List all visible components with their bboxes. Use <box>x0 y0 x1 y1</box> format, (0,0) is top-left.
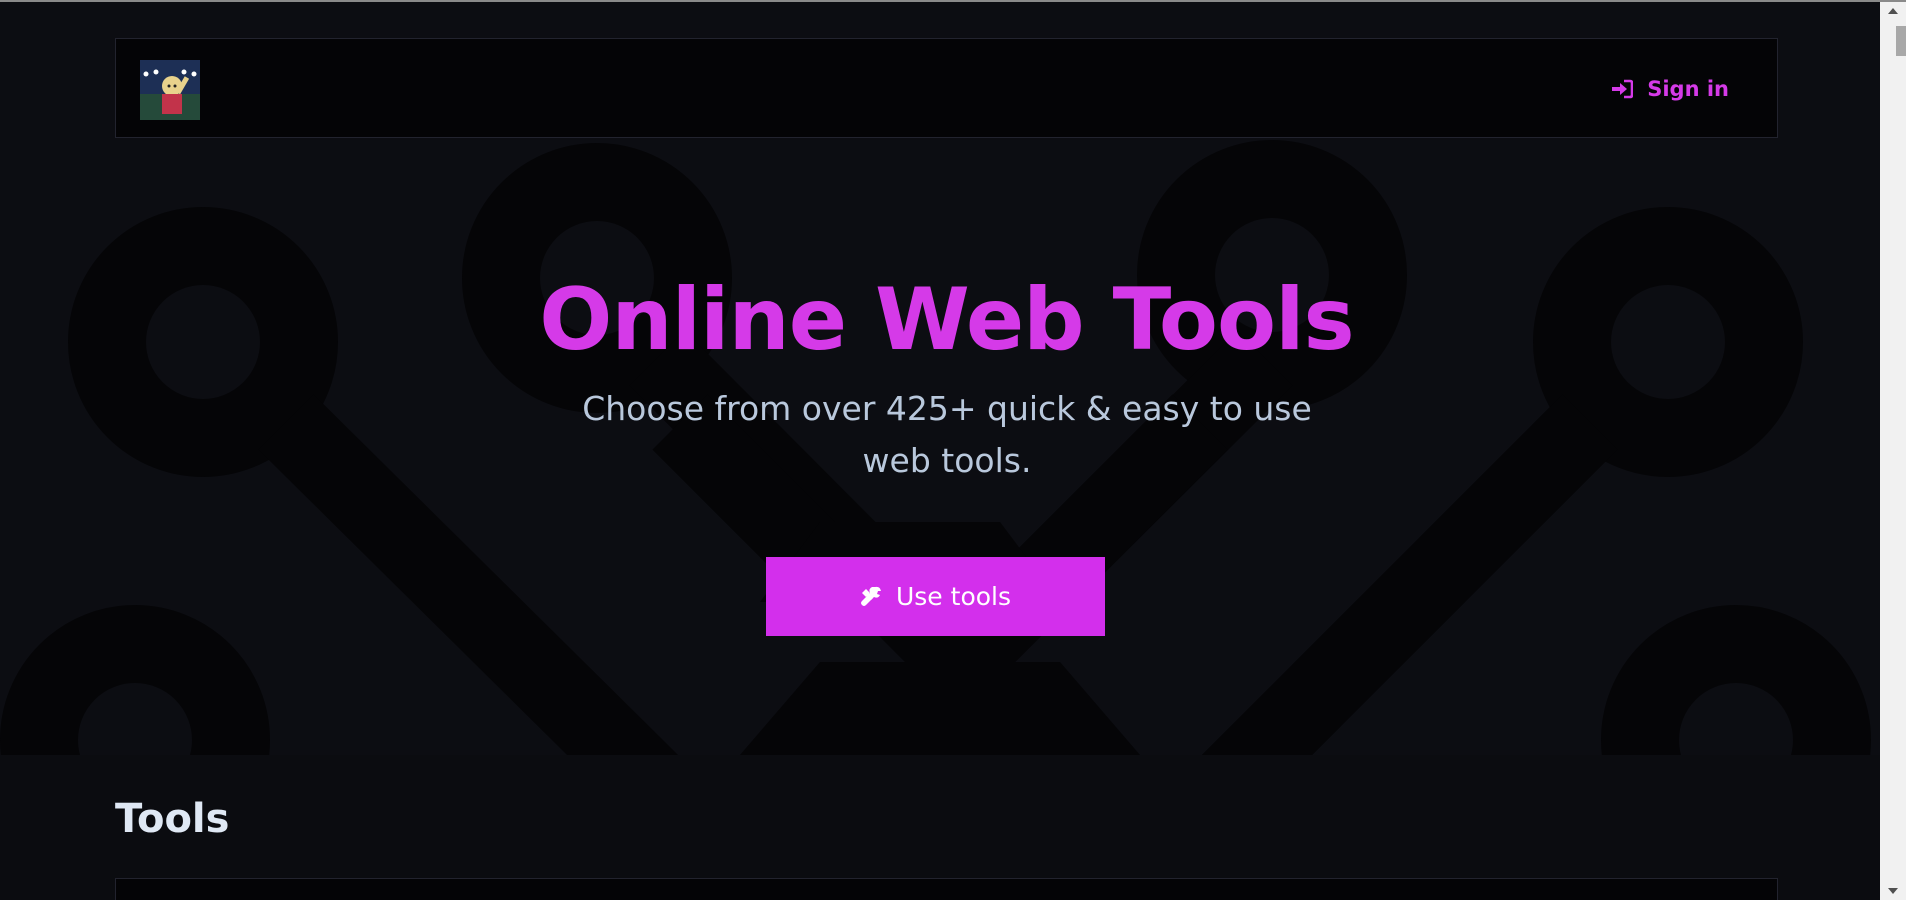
use-tools-label: Use tools <box>895 582 1011 611</box>
tools-panel <box>115 878 1778 900</box>
scroll-down-arrow-icon[interactable] <box>1888 888 1898 894</box>
use-tools-button[interactable]: Use tools <box>766 557 1105 636</box>
page: Sign in Online Web Tools Choose from ove… <box>0 0 1906 900</box>
sign-in-label: Sign in <box>1647 77 1729 101</box>
tools-icon <box>860 586 881 606</box>
top-navbar: Sign in <box>115 38 1778 138</box>
anime-avatar-logo-icon <box>140 60 200 120</box>
hero-section: Sign in Online Web Tools Choose from ove… <box>0 2 1880 755</box>
vertical-scrollbar[interactable] <box>1880 2 1906 900</box>
site-logo[interactable] <box>140 60 200 120</box>
hero-title: Online Web Tools <box>539 270 1354 370</box>
hero-subtitle: Choose from over 425+ quick & easy to us… <box>582 389 1312 480</box>
scroll-up-arrow-icon[interactable] <box>1888 8 1898 14</box>
scrollbar-thumb[interactable] <box>1896 26 1906 56</box>
tools-section-title: Tools <box>115 796 230 842</box>
sign-in-icon <box>1612 79 1634 99</box>
sign-in-link[interactable]: Sign in <box>1611 75 1729 103</box>
